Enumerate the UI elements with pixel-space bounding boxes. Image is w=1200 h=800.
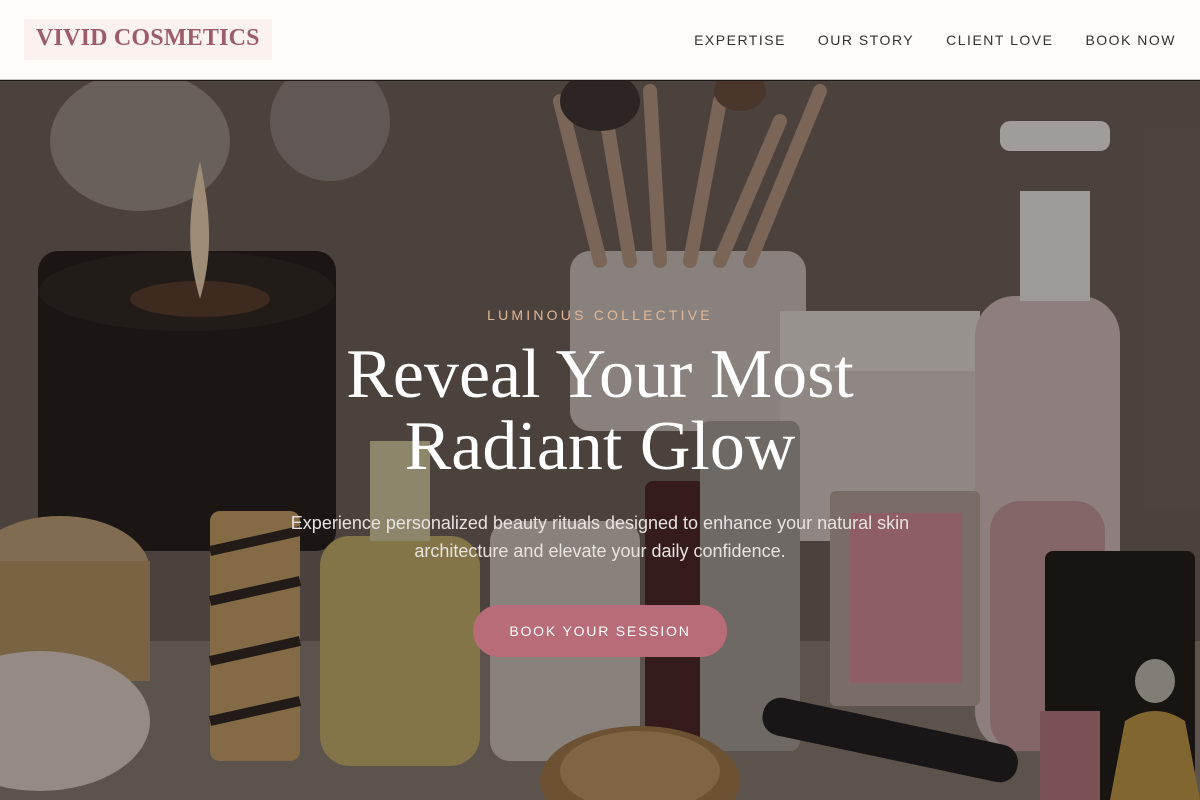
main-nav: EXPERTISE OUR STORY CLIENT LOVE BOOK NOW xyxy=(662,32,1176,48)
hero-headline-line-2: Radiant Glow xyxy=(404,408,796,485)
hero-headline-line-1: Reveal Your Most xyxy=(346,336,854,413)
book-session-button[interactable]: BOOK YOUR SESSION xyxy=(473,605,727,657)
nav-link-our-story[interactable]: OUR STORY xyxy=(818,32,914,48)
nav-link-expertise[interactable]: EXPERTISE xyxy=(694,32,786,48)
nav-link-client-love[interactable]: CLIENT LOVE xyxy=(946,32,1053,48)
site-header: VIVID COSMETICS EXPERTISE OUR STORY CLIE… xyxy=(0,0,1200,80)
nav-link-book-now[interactable]: BOOK NOW xyxy=(1085,32,1176,48)
hero-headline: Reveal Your Most Radiant Glow xyxy=(300,339,900,483)
hero-content: LUMINOUS COLLECTIVE Reveal Your Most Rad… xyxy=(0,81,1200,800)
hero-eyebrow: LUMINOUS COLLECTIVE xyxy=(487,307,713,323)
brand-logo[interactable]: VIVID COSMETICS xyxy=(24,19,272,60)
hero-subcopy: Experience personalized beauty rituals d… xyxy=(290,513,910,561)
hero-section: LUMINOUS COLLECTIVE Reveal Your Most Rad… xyxy=(0,81,1200,800)
